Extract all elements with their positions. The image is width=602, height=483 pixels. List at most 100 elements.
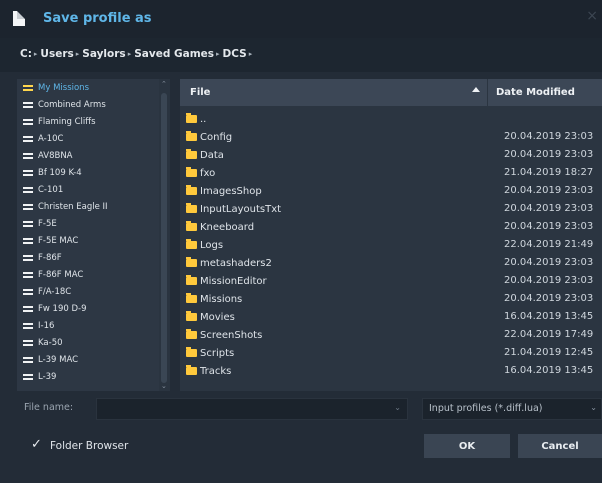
file-name: MissionEditor bbox=[200, 275, 267, 287]
sidebar-item-label: F-5E bbox=[38, 218, 57, 229]
drive-icon bbox=[23, 305, 33, 312]
file-name: Logs bbox=[200, 239, 224, 251]
breadcrumb-item[interactable]: Saved Games ▸ bbox=[134, 48, 222, 60]
file-date-modified: 20.04.2019 23:03 bbox=[504, 257, 594, 268]
file-row[interactable]: Scripts 21.04.2019 12:45 bbox=[180, 344, 602, 362]
file-row[interactable]: .. bbox=[180, 110, 602, 128]
breadcrumb-separator-icon: ▸ bbox=[248, 50, 253, 58]
chevron-down-icon[interactable]: ⌄ bbox=[394, 403, 401, 412]
file-name: InputLayoutsTxt bbox=[200, 203, 282, 215]
drive-icon bbox=[23, 322, 33, 329]
sidebar-scrollbar[interactable]: ⌃ ⌄ bbox=[159, 79, 170, 391]
file-row[interactable]: Logs 22.04.2019 21:49 bbox=[180, 236, 602, 254]
sidebar-item[interactable]: L-39 MAC bbox=[17, 351, 159, 368]
sidebar-item-label: L-39 bbox=[38, 371, 57, 382]
file-row[interactable]: MissionEditor 20.04.2019 23:03 bbox=[180, 272, 602, 290]
file-date-modified: 20.04.2019 23:03 bbox=[504, 185, 594, 196]
close-icon[interactable]: × bbox=[586, 8, 598, 24]
file-date-modified: 22.04.2019 21:49 bbox=[504, 239, 594, 250]
sidebar-item[interactable]: F-5E bbox=[17, 215, 159, 232]
sidebar-item[interactable]: AV8BNA bbox=[17, 147, 159, 164]
file-name: ImagesShop bbox=[200, 185, 262, 197]
folder-icon bbox=[186, 275, 197, 285]
sidebar-item[interactable]: F/A-18C bbox=[17, 283, 159, 300]
sidebar-item[interactable]: Christen Eagle II bbox=[17, 198, 159, 215]
drive-icon bbox=[23, 186, 33, 193]
file-row[interactable]: Tracks 16.04.2019 13:45 bbox=[180, 362, 602, 380]
file-name: Kneeboard bbox=[200, 221, 255, 233]
sidebar-item[interactable]: Ka-50 bbox=[17, 334, 159, 351]
sidebar-item-label: Ka-50 bbox=[38, 337, 63, 348]
sidebar-item[interactable]: I-16 bbox=[17, 317, 159, 334]
sidebar-item[interactable]: Fw 190 D-9 bbox=[17, 300, 159, 317]
file-name: ScreenShots bbox=[200, 329, 263, 341]
sidebar-item-label: F/A-18C bbox=[38, 286, 72, 297]
file-name-input[interactable]: ⌄ bbox=[96, 398, 408, 420]
file-row[interactable]: Data 20.04.2019 23:03 bbox=[180, 146, 602, 164]
title-bar: Save profile as × bbox=[0, 0, 602, 38]
file-date-modified: 16.04.2019 13:45 bbox=[504, 365, 594, 376]
breadcrumb-label: Saylors bbox=[82, 48, 126, 60]
sidebar-item[interactable]: F-5E MAC bbox=[17, 232, 159, 249]
sidebar-item[interactable]: My Missions bbox=[17, 79, 159, 96]
file-name: Data bbox=[200, 149, 224, 161]
folder-icon bbox=[186, 365, 197, 375]
file-row[interactable]: ImagesShop 20.04.2019 23:03 bbox=[180, 182, 602, 200]
sidebar-item-label: F-5E MAC bbox=[38, 235, 79, 246]
file-row[interactable]: Kneeboard 20.04.2019 23:03 bbox=[180, 218, 602, 236]
sidebar-item[interactable]: F-86F MAC bbox=[17, 266, 159, 283]
sidebar-item[interactable]: C-101 bbox=[17, 181, 159, 198]
sort-ascending-icon[interactable] bbox=[472, 87, 480, 92]
folder-icon bbox=[186, 113, 197, 123]
scroll-down-icon[interactable]: ⌄ bbox=[161, 382, 167, 390]
file-date-modified: 20.04.2019 23:03 bbox=[504, 131, 594, 142]
sidebar-item[interactable]: L-39 bbox=[17, 368, 159, 385]
file-date-modified: 16.04.2019 13:45 bbox=[504, 311, 594, 322]
folder-icon bbox=[186, 347, 197, 357]
file-name: Missions bbox=[200, 293, 243, 305]
sidebar-item-label: Bf 109 K-4 bbox=[38, 167, 82, 178]
sidebar-item-label: AV8BNA bbox=[38, 150, 73, 161]
breadcrumb-item[interactable]: Users ▸ bbox=[40, 48, 82, 60]
file-row[interactable]: Movies 16.04.2019 13:45 bbox=[180, 308, 602, 326]
breadcrumb-item[interactable]: DCS ▸ bbox=[223, 48, 256, 60]
file-row[interactable]: fxo 21.04.2019 18:27 bbox=[180, 164, 602, 182]
file-row[interactable]: Missions 20.04.2019 23:03 bbox=[180, 290, 602, 308]
drive-icon bbox=[23, 271, 33, 278]
drive-icon bbox=[23, 101, 33, 108]
drive-icon bbox=[23, 237, 33, 244]
ok-button[interactable]: OK bbox=[424, 434, 510, 458]
drive-icon bbox=[23, 118, 33, 125]
breadcrumb-item[interactable]: C: ▸ bbox=[20, 48, 40, 60]
file-name: Config bbox=[200, 131, 233, 143]
sidebar-item[interactable]: Bf 109 K-4 bbox=[17, 164, 159, 181]
breadcrumb-item[interactable]: Saylors ▸ bbox=[82, 48, 134, 60]
file-row[interactable]: ScreenShots 22.04.2019 17:49 bbox=[180, 326, 602, 344]
sidebar-item[interactable]: A-10C bbox=[17, 130, 159, 147]
file-type-select[interactable]: Input profiles (*.diff.lua) ⌄ bbox=[422, 398, 602, 420]
sidebar-item[interactable]: Combined Arms bbox=[17, 96, 159, 113]
sidebar-item[interactable]: F-86F bbox=[17, 249, 159, 266]
column-header-file[interactable]: File bbox=[180, 79, 486, 106]
breadcrumb-label: C: bbox=[20, 48, 32, 60]
file-row[interactable]: Config 20.04.2019 23:03 bbox=[180, 128, 602, 146]
folder-icon bbox=[186, 131, 197, 141]
breadcrumb: C: ▸ Users ▸ Saylors ▸ Saved Games ▸ DCS ▸ bbox=[0, 38, 602, 72]
file-date-modified: 20.04.2019 23:03 bbox=[504, 149, 594, 160]
folder-icon bbox=[186, 149, 197, 159]
cancel-button[interactable]: Cancel bbox=[518, 434, 602, 458]
folder-browser-checkbox[interactable]: ✓ bbox=[31, 438, 45, 452]
scrollbar-thumb[interactable] bbox=[161, 93, 167, 383]
chevron-down-icon[interactable]: ⌄ bbox=[590, 403, 597, 412]
drive-icon bbox=[23, 356, 33, 363]
sidebar-item[interactable]: Flaming Cliffs bbox=[17, 113, 159, 130]
breadcrumb-separator-icon: ▸ bbox=[127, 50, 132, 58]
file-rows: .. Config 20.04.2019 23:03 Data 20.04.2019 2… bbox=[180, 110, 602, 380]
folder-icon bbox=[186, 221, 197, 231]
sidebar-item-label: Fw 190 D-9 bbox=[38, 303, 87, 314]
file-row[interactable]: metashaders2 20.04.2019 23:03 bbox=[180, 254, 602, 272]
column-header-date-modified[interactable]: Date Modified bbox=[487, 79, 602, 106]
file-row[interactable]: InputLayoutsTxt 20.04.2019 23:03 bbox=[180, 200, 602, 218]
folder-browser-label[interactable]: Folder Browser bbox=[50, 440, 128, 452]
scroll-up-icon[interactable]: ⌃ bbox=[161, 80, 167, 88]
